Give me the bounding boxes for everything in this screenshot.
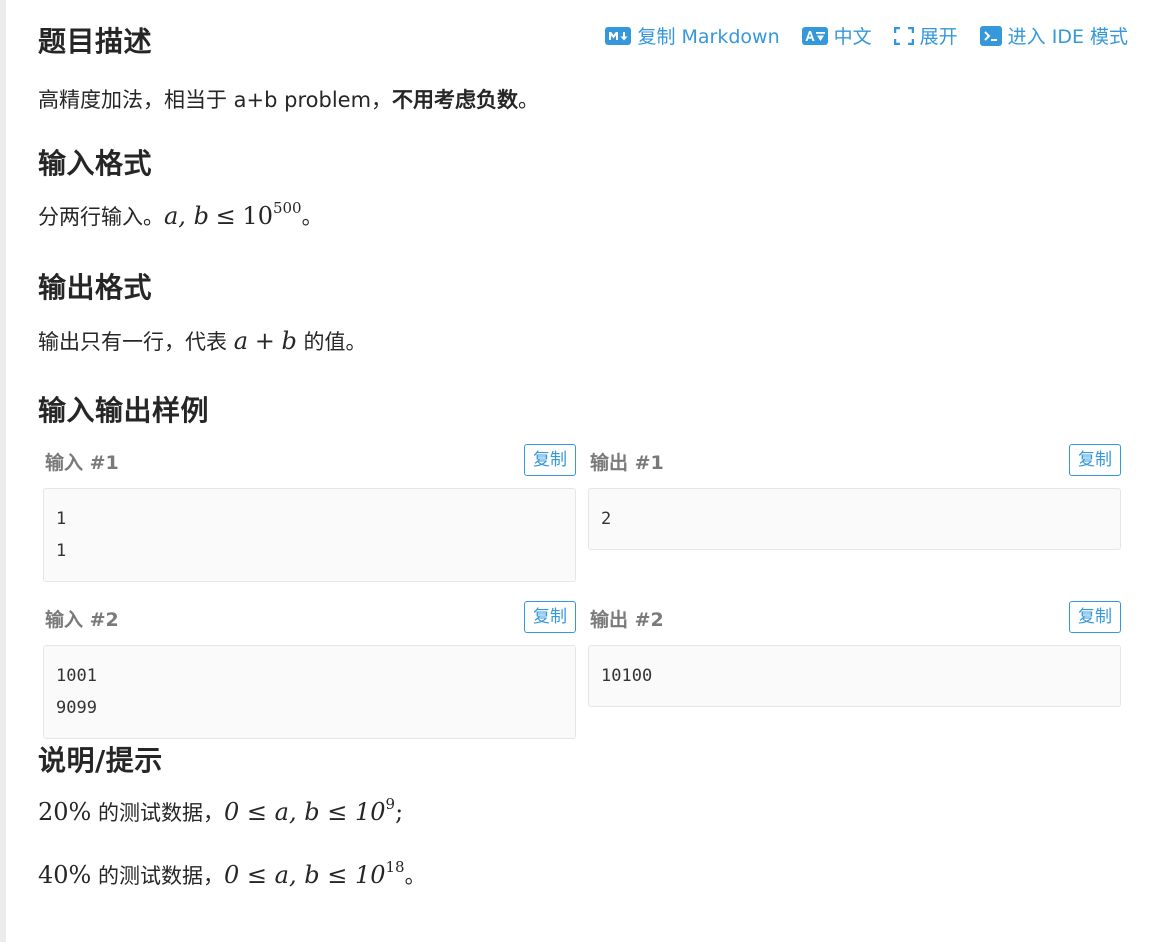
code-line: 9099 [56,698,97,718]
markdown-icon [605,26,632,45]
hint-line-1: 20% 的测试数据，0 ≤ a, b ≤ 109; [38,795,404,827]
copy-markdown-button[interactable]: 复制 Markdown [605,22,780,49]
output-format-text: 输出只有一行，代表 a + b 的值。 [38,326,367,356]
output-format-suffix: 的值。 [303,330,367,354]
copy-button[interactable]: 复制 [1069,444,1121,476]
sample-output-code: 10100 [588,645,1121,707]
input-format-title: 输入格式 [38,147,153,180]
output-format-title: 输出格式 [38,271,153,304]
toolbar: 复制 Markdown 中文 展开 进入 IDE 模式 [605,22,1128,49]
expand-icon [893,26,914,45]
left-border [0,0,6,942]
output-format-b: b [281,327,297,355]
copy-button[interactable]: 复制 [524,601,576,633]
language-label: 中文 [833,26,872,48]
hint-text: 的测试数据， [98,801,225,825]
translate-icon [801,26,828,45]
code-line: 10100 [601,666,653,686]
hint-exp: 9 [385,795,396,813]
hint-line-2: 40% 的测试数据，0 ≤ a, b ≤ 1018。 [38,858,426,890]
samples-title: 输入输出样例 [38,394,210,427]
ide-mode-label: 进入 IDE 模式 [1007,26,1128,48]
sample-input-code: 1 1 [43,488,576,582]
sample-output-2: 输出 #2 复制 10100 [588,601,1121,707]
input-format-end: 。 [301,205,323,229]
input-format-base: 10 [242,202,273,230]
description-bold: 不用考虑负数 [392,88,519,112]
sample-input-label: 输入 #1 [45,452,119,474]
sample-output-label: 输出 #2 [590,609,664,631]
sample-output-1: 输出 #1 复制 2 [588,444,1121,550]
input-format-vars: a, b [164,202,209,230]
sample-input-1: 输入 #1 复制 1 1 [43,444,576,582]
expand-button[interactable]: 展开 [893,22,958,49]
copy-button[interactable]: 复制 [524,444,576,476]
output-format-plus: + [254,327,275,355]
code-line: 2 [601,509,612,529]
output-format-a: a [233,327,248,355]
expand-label: 展开 [919,26,958,48]
hint-math: 0 ≤ a, b ≤ 10 [224,798,386,826]
input-format-op: ≤ [215,202,236,230]
hint-text: 的测试数据， [98,864,225,888]
description-text: 高精度加法，相当于 a+b problem，不用考虑负数。 [38,84,539,114]
hint-end: ; [395,798,404,826]
code-line: 1001 [56,666,97,686]
sample-input-code: 1001 9099 [43,645,576,739]
input-format-text: 分两行输入。a, b ≤ 10500。 [38,199,323,231]
sample-output-label: 输出 #1 [590,452,664,474]
ide-mode-button[interactable]: 进入 IDE 模式 [979,22,1128,49]
code-line: 1 [56,509,67,529]
language-button[interactable]: 中文 [801,22,872,49]
description-end: 。 [518,88,540,112]
description-normal: 高精度加法，相当于 a+b problem， [38,88,393,112]
sample-output-code: 2 [588,488,1121,550]
output-format-prefix: 输出只有一行，代表 [38,330,227,354]
input-format-exp: 500 [272,199,302,217]
copy-button[interactable]: 复制 [1069,601,1121,633]
terminal-icon [979,25,1002,46]
hint-exp: 18 [385,858,405,876]
hint-percent: 20% [38,798,92,826]
code-line: 1 [56,541,67,561]
hint-math: 0 ≤ a, b ≤ 10 [224,861,386,889]
sample-input-label: 输入 #2 [45,609,119,631]
description-header: 题目描述 复制 Markdown 中文 展开 进入 IDE 模式 [38,20,1128,60]
hint-title: 说明/提示 [38,744,163,777]
input-format-prefix: 分两行输入。 [38,205,164,229]
hint-percent: 40% [38,861,92,889]
copy-markdown-label: 复制 Markdown [637,26,780,48]
sample-input-2: 输入 #2 复制 1001 9099 [43,601,576,739]
hint-end: 。 [404,864,426,888]
description-title: 题目描述 [38,25,153,58]
